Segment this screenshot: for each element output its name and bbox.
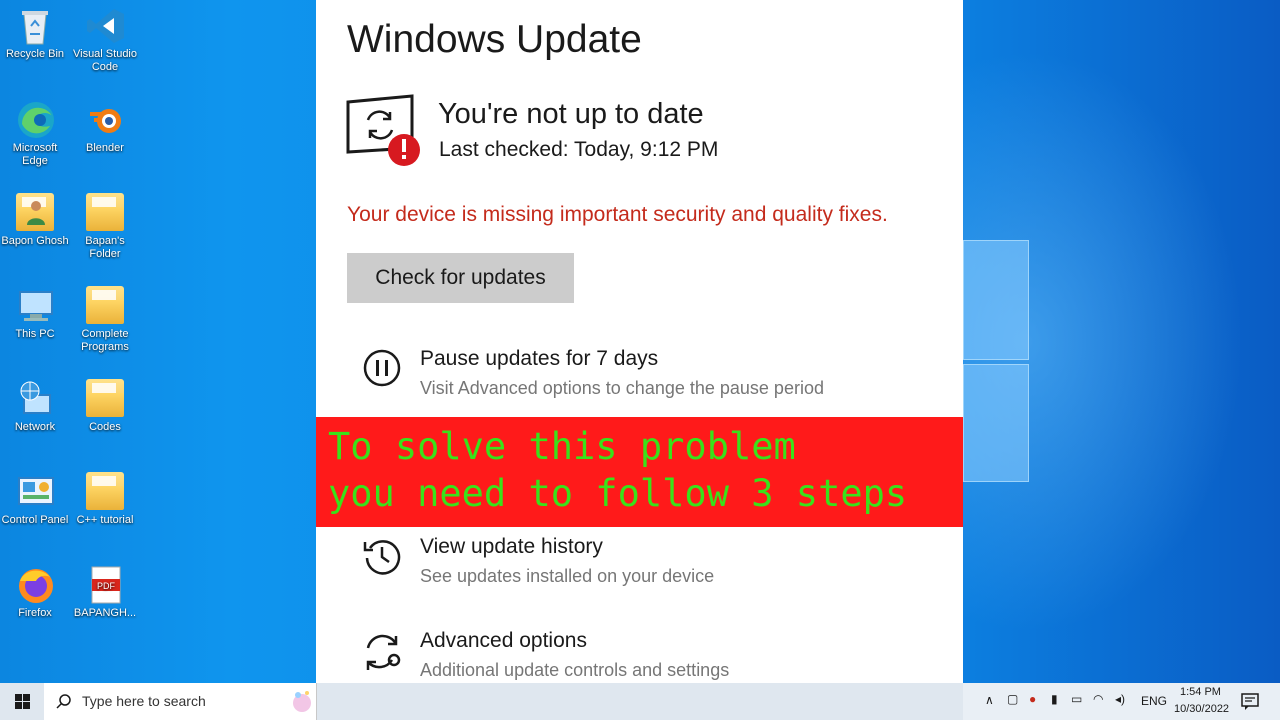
- advanced-options-link[interactable]: Advanced options: [420, 629, 587, 653]
- search-placeholder: Type here to search: [82, 693, 206, 709]
- desktop-icon-label: Bapon Ghosh: [1, 235, 69, 247]
- search-highlight-icon: [293, 691, 311, 712]
- advanced-sync-icon: [362, 630, 402, 670]
- desktop-icon-network[interactable]: Network: [0, 379, 70, 434]
- desktop-icon-recycle-bin[interactable]: Recycle Bin: [0, 6, 70, 61]
- microphone-icon[interactable]: ▮: [1051, 692, 1058, 706]
- blender-icon: [86, 100, 124, 138]
- desktop-icon-label: Visual Studio Code: [72, 48, 137, 73]
- page-title: Windows Update: [347, 18, 642, 61]
- desktop-icon-user-folder[interactable]: Bapon Ghosh: [0, 193, 70, 248]
- view-update-history-link[interactable]: View update history: [420, 535, 603, 559]
- notification-alert-icon[interactable]: ●: [1029, 692, 1036, 706]
- desktop-icon-label: Complete Programs: [81, 328, 129, 353]
- windows-start-icon: [15, 694, 30, 709]
- desktop-icon-label: Bapan's Folder: [85, 235, 125, 260]
- action-center-icon[interactable]: [1241, 693, 1259, 711]
- vscode-icon: [86, 6, 124, 44]
- folder-icon: [86, 193, 124, 231]
- advanced-options-description: Additional update controls and settings: [420, 660, 730, 680]
- desktop-icon-firefox[interactable]: Firefox: [0, 565, 70, 620]
- desktop-icon-label: C++ tutorial: [76, 514, 134, 526]
- desktop-icon-edge[interactable]: Microsoft Edge: [0, 100, 70, 168]
- desktop-icon-bapans-folder[interactable]: Bapan's Folder: [70, 193, 140, 261]
- desktop-icon-codes[interactable]: Codes: [70, 379, 140, 434]
- desktop-icon-label: This PC: [15, 328, 55, 340]
- desktop-icon-pdf[interactable]: PDF BAPANGH...: [70, 565, 140, 620]
- desktop-icon-this-pc[interactable]: This PC: [0, 286, 70, 341]
- edge-icon: [16, 100, 54, 138]
- svg-text:PDF: PDF: [97, 581, 116, 591]
- instruction-banner: To solve this problem you need to follow…: [316, 417, 963, 527]
- banner-line-1: To solve this problem: [328, 425, 796, 468]
- desktop-icon-control-panel[interactable]: Control Panel: [0, 472, 70, 527]
- windows-wallpaper-logo: [963, 240, 1029, 490]
- folder-icon: [86, 472, 124, 510]
- history-icon: [362, 536, 402, 576]
- search-icon: [56, 694, 71, 709]
- desktop-icon-label: Network: [14, 421, 56, 433]
- show-hidden-icons-chevron-icon[interactable]: ∧: [985, 693, 994, 707]
- clock-date[interactable]: 10/30/2022: [1174, 703, 1229, 715]
- desktop-icon-label: Firefox: [18, 607, 52, 619]
- taskbar-search-box[interactable]: Type here to search: [44, 683, 317, 720]
- user-folder-icon: [16, 193, 54, 231]
- desktop-icon-vscode[interactable]: Visual Studio Code: [70, 6, 140, 74]
- meet-now-icon[interactable]: ▢: [1007, 692, 1018, 706]
- update-status-heading: You're not up to date: [438, 98, 704, 130]
- language-indicator[interactable]: ENG: [1141, 694, 1167, 708]
- firefox-icon: [16, 565, 54, 603]
- network-icon: [16, 379, 54, 417]
- pause-icon: [362, 348, 402, 388]
- desktop-icon-complete-programs[interactable]: Complete Programs: [70, 286, 140, 354]
- security-warning-text: Your device is missing important securit…: [347, 203, 888, 226]
- volume-icon[interactable]: ◂): [1115, 692, 1125, 706]
- start-button[interactable]: [0, 683, 44, 720]
- desktop-icon-label: Codes: [89, 421, 121, 433]
- network-wifi-icon[interactable]: ◠: [1093, 692, 1103, 706]
- this-pc-icon: [16, 286, 54, 324]
- pause-updates-link[interactable]: Pause updates for 7 days: [420, 347, 658, 371]
- desktop-icon-blender[interactable]: Blender: [70, 100, 140, 155]
- pdf-file-icon: PDF: [86, 565, 124, 604]
- clock-time[interactable]: 1:54 PM: [1180, 686, 1221, 698]
- windows-update-panel: Windows Update You're not up to date Las…: [316, 0, 963, 683]
- update-error-icon: [346, 94, 420, 166]
- folder-icon: [86, 286, 124, 324]
- desktop-icon-label: Control Panel: [1, 514, 69, 526]
- battery-icon[interactable]: ▭: [1071, 692, 1082, 706]
- check-for-updates-button[interactable]: Check for updates: [347, 253, 574, 303]
- folder-icon: [86, 379, 124, 417]
- desktop-icon-label: BAPANGH...: [73, 607, 137, 619]
- taskbar: Type here to search ∧ ▢ ● ▮ ▭ ◠ ◂) ENG 1…: [0, 683, 1280, 720]
- pause-updates-description: Visit Advanced options to change the pau…: [420, 378, 824, 398]
- desktop-icon-label: Recycle Bin: [5, 48, 65, 60]
- control-panel-icon: [16, 472, 54, 510]
- recycle-bin-icon: [16, 6, 54, 45]
- last-checked-text: Last checked: Today, 9:12 PM: [439, 138, 719, 161]
- banner-line-2: you need to follow 3 steps: [328, 472, 908, 515]
- desktop-icon-label: Microsoft Edge: [12, 142, 58, 167]
- desktop-icon-label: Blender: [86, 142, 124, 154]
- update-history-description: See updates installed on your device: [420, 566, 715, 586]
- desktop-icon-cpp-tutorial[interactable]: C++ tutorial: [70, 472, 140, 527]
- system-tray: ∧ ▢ ● ▮ ▭ ◠ ◂) ENG 1:54 PM 10/30/2022: [963, 683, 1280, 720]
